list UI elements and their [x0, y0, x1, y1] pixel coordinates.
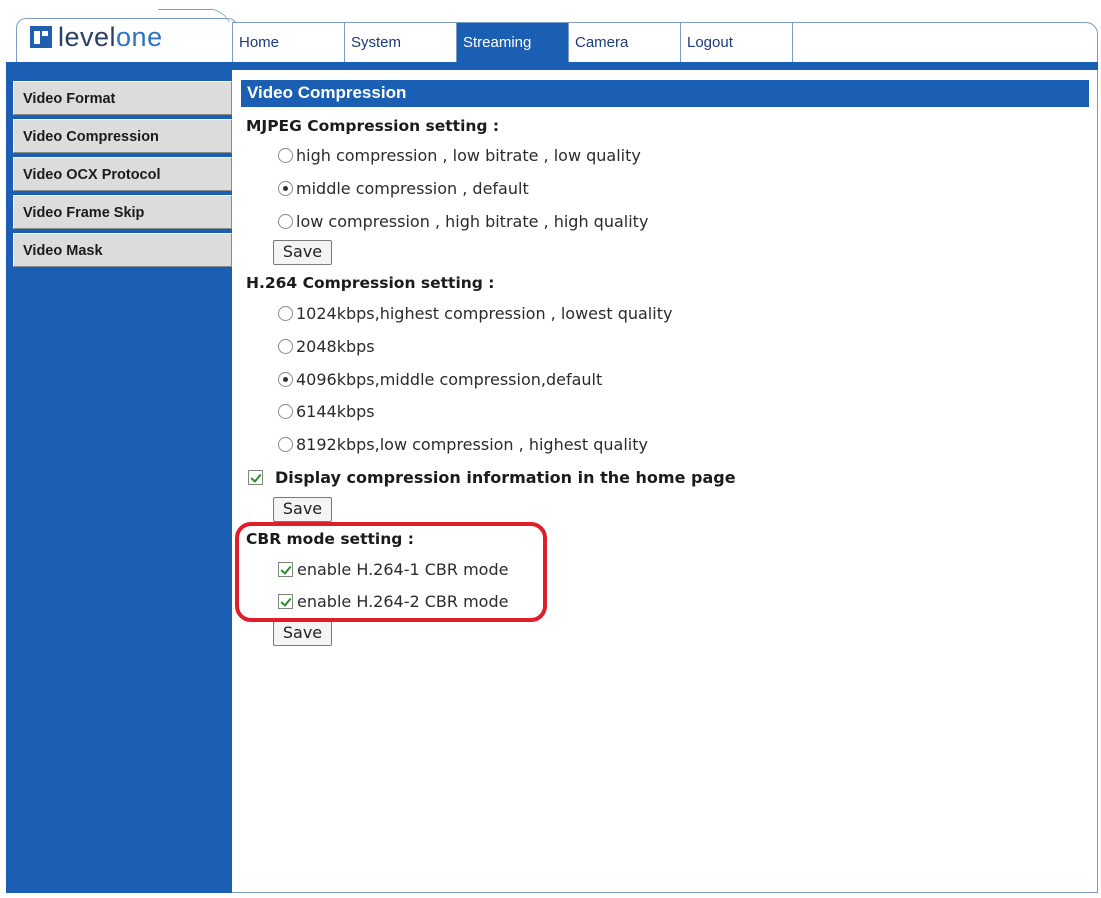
radio-icon[interactable]	[278, 339, 293, 354]
brand-name: levelone	[58, 22, 163, 53]
cbr-option-label: enable H.264-2 CBR mode	[297, 592, 509, 611]
page-title: Video Compression	[241, 80, 1089, 107]
mjpeg-option-high[interactable]: high compression , low bitrate , low qua…	[278, 146, 641, 165]
mjpeg-option-low[interactable]: low compression , high bitrate , high qu…	[278, 212, 648, 231]
mjpeg-save-button[interactable]: Save	[273, 240, 332, 265]
mjpeg-option-label: low compression , high bitrate , high qu…	[296, 212, 649, 231]
cbr-save-button[interactable]: Save	[273, 621, 332, 646]
h264-option-8192[interactable]: 8192kbps,low compression , highest quali…	[278, 435, 648, 454]
h264-option-4096[interactable]: 4096kbps,middle compression,default	[278, 370, 602, 389]
h264-heading: H.264 Compression setting :	[246, 274, 495, 292]
top-nav: Home System Streaming Camera Logout	[232, 22, 1098, 62]
nav-underline-bar	[6, 62, 1098, 70]
radio-selected-icon[interactable]	[278, 181, 293, 196]
mjpeg-option-label: high compression , low bitrate , low qua…	[296, 146, 641, 165]
h264-option-label: 2048kbps	[296, 337, 375, 356]
cbr-option-h264-1[interactable]: enable H.264-1 CBR mode	[278, 560, 508, 579]
nav-filler	[793, 23, 1097, 62]
sidebar: Video Format Video Compression Video OCX…	[6, 70, 232, 893]
cbr-option-label: enable H.264-1 CBR mode	[297, 560, 509, 579]
radio-selected-icon[interactable]	[278, 372, 293, 387]
radio-icon[interactable]	[278, 148, 293, 163]
tab-logout[interactable]: Logout	[681, 23, 793, 62]
brand-name-part-a: level	[58, 21, 117, 52]
tab-home[interactable]: Home	[233, 23, 345, 62]
h264-save-button[interactable]: Save	[273, 497, 332, 522]
checkbox-checked-icon[interactable]	[278, 594, 293, 609]
sidebar-item-video-format[interactable]: Video Format	[13, 81, 232, 115]
tab-system[interactable]: System	[345, 23, 457, 62]
levelone-logo-icon	[30, 26, 52, 48]
display-compression-info-label: Display compression information in the h…	[275, 468, 736, 487]
radio-icon[interactable]	[278, 306, 293, 321]
mjpeg-option-middle[interactable]: middle compression , default	[278, 179, 529, 198]
sidebar-item-video-compression[interactable]: Video Compression	[13, 119, 232, 153]
h264-option-label: 8192kbps,low compression , highest quali…	[296, 435, 648, 454]
h264-option-6144[interactable]: 6144kbps	[278, 402, 375, 421]
h264-option-label: 1024kbps,highest compression , lowest qu…	[296, 304, 673, 323]
display-compression-info-toggle[interactable]: Display compression information in the h…	[248, 468, 736, 487]
radio-icon[interactable]	[278, 437, 293, 452]
checkbox-checked-icon[interactable]	[278, 562, 293, 577]
h264-option-1024[interactable]: 1024kbps,highest compression , lowest qu…	[278, 304, 672, 323]
main-content: Video Compression MJPEG Compression sett…	[232, 70, 1098, 893]
sidebar-item-video-ocx-protocol[interactable]: Video OCX Protocol	[13, 157, 232, 191]
cbr-heading: CBR mode setting :	[246, 530, 414, 548]
sidebar-item-video-mask[interactable]: Video Mask	[13, 233, 232, 267]
brand-name-part-b: one	[116, 21, 163, 52]
mjpeg-heading: MJPEG Compression setting :	[246, 117, 500, 135]
cbr-option-h264-2[interactable]: enable H.264-2 CBR mode	[278, 592, 508, 611]
radio-icon[interactable]	[278, 214, 293, 229]
tab-camera[interactable]: Camera	[569, 23, 681, 62]
h264-option-label: 4096kbps,middle compression,default	[296, 370, 603, 389]
mjpeg-option-label: middle compression , default	[296, 179, 529, 198]
brand-logo[interactable]: levelone	[30, 20, 163, 54]
h264-option-2048[interactable]: 2048kbps	[278, 337, 375, 356]
sidebar-item-video-frame-skip[interactable]: Video Frame Skip	[13, 195, 232, 229]
radio-icon[interactable]	[278, 404, 293, 419]
h264-option-label: 6144kbps	[296, 402, 375, 421]
tab-streaming[interactable]: Streaming	[457, 23, 569, 62]
checkbox-checked-icon[interactable]	[248, 470, 263, 485]
